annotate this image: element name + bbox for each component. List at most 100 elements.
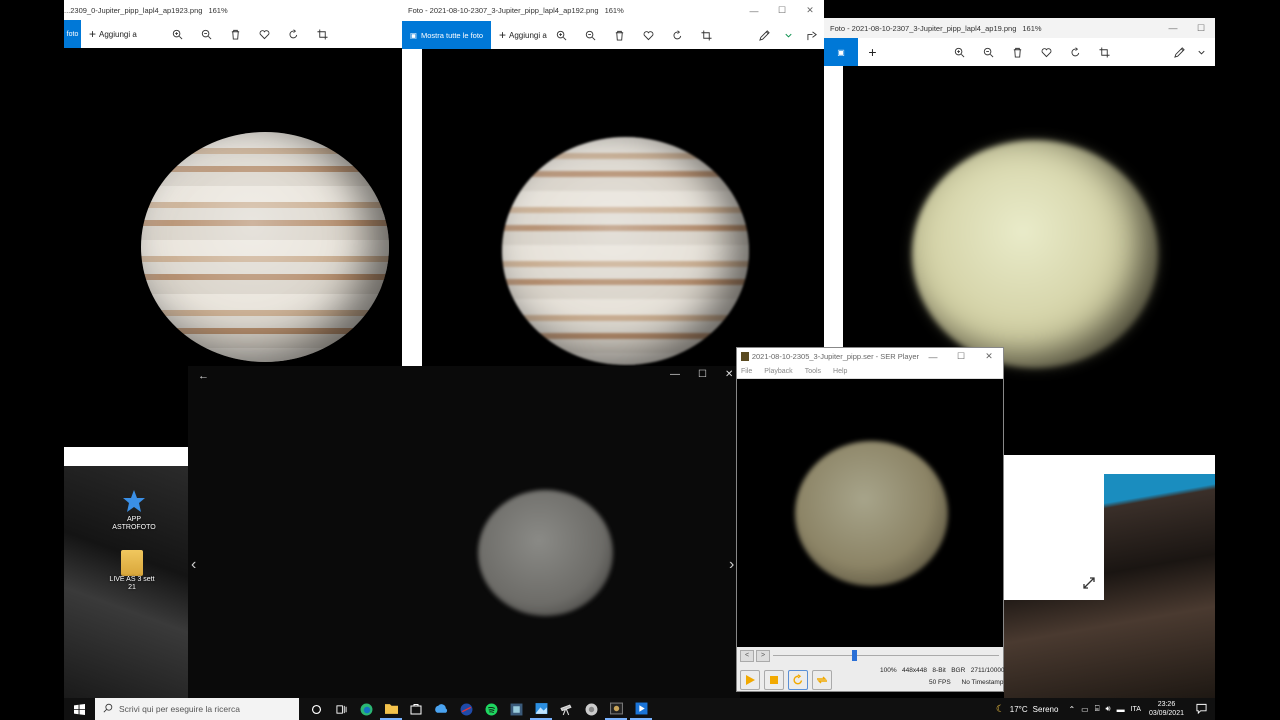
status-fps: 50 FPS — [929, 679, 951, 686]
task-view-icon[interactable] — [330, 698, 352, 720]
zoom-level: 161% — [208, 5, 228, 15]
heart-icon[interactable] — [1036, 42, 1056, 62]
zoom-out-icon[interactable] — [978, 42, 998, 62]
weather-temp[interactable]: 17°C — [1010, 705, 1028, 714]
image-icon: ▣ — [837, 47, 845, 57]
expand-icon[interactable] — [1082, 576, 1096, 590]
photos-app-icon[interactable] — [530, 698, 552, 720]
title-bar[interactable]: Foto - 2021-08-10-2307_3-Jupiter_pipp_la… — [824, 18, 1215, 38]
language-indicator[interactable]: ITA — [1131, 706, 1141, 713]
title-bar[interactable]: 2021-08-10-2305_3-Jupiter_pipp.ser - SER… — [737, 348, 1003, 365]
media-player-icon[interactable] — [630, 698, 652, 720]
previous-arrow-icon[interactable]: ‹ — [191, 556, 196, 574]
chevron-down-icon[interactable] — [1191, 42, 1211, 62]
clock[interactable]: 23:26 03/09/2021 — [1149, 700, 1184, 718]
tray-icon-2[interactable]: ▬ — [1117, 705, 1125, 714]
edit-icon[interactable] — [1169, 42, 1189, 62]
play-button[interactable] — [740, 670, 760, 690]
edge-icon[interactable] — [355, 698, 377, 720]
maximize-button[interactable]: ☐ — [1187, 18, 1215, 38]
desktop-icon-live-folder[interactable]: LIVE AS 3 sett 21 — [102, 550, 162, 592]
mail-icon[interactable] — [430, 698, 452, 720]
crop-icon[interactable] — [696, 25, 716, 45]
heart-icon[interactable] — [638, 25, 658, 45]
zoom-out-icon[interactable] — [196, 24, 216, 44]
menu-playback[interactable]: Playback — [764, 368, 792, 375]
minimize-button[interactable]: — — [670, 369, 680, 380]
add-icon[interactable]: + — [863, 42, 883, 62]
close-button[interactable]: ✕ — [796, 0, 824, 21]
sharpcap-icon[interactable] — [505, 698, 527, 720]
delete-icon[interactable] — [225, 24, 245, 44]
minimize-button[interactable]: — — [740, 0, 768, 21]
crop-icon[interactable] — [312, 24, 332, 44]
close-button[interactable]: ✕ — [725, 369, 733, 380]
ser-player-taskbar-icon[interactable] — [605, 698, 627, 720]
autostakkert-icon[interactable] — [580, 698, 602, 720]
zoom-in-icon[interactable] — [551, 25, 571, 45]
tray-icon-1[interactable]: ▭ — [1081, 705, 1089, 714]
search-box[interactable]: Scrivi qui per eseguire la ricerca — [95, 698, 299, 720]
heart-icon[interactable] — [254, 24, 274, 44]
file-explorer-icon[interactable] — [380, 698, 402, 720]
share-icon[interactable] — [802, 25, 822, 45]
show-all-button[interactable]: ▣ Mostra tutte le foto — [402, 21, 491, 49]
frame-slider-handle[interactable] — [852, 650, 858, 661]
forward-back-button[interactable] — [812, 670, 832, 690]
minimize-button[interactable]: — — [1159, 18, 1187, 38]
network-icon[interactable]: ⌸ — [1095, 704, 1100, 714]
step-back-button[interactable]: < — [740, 650, 754, 662]
windows-start-icon[interactable] — [66, 698, 94, 720]
show-all-button[interactable]: ▣ — [824, 38, 858, 66]
zoom-in-icon[interactable] — [167, 24, 187, 44]
status-color: BGR — [951, 667, 966, 674]
notifications-icon[interactable] — [1196, 703, 1207, 716]
photo-toolbar: ▣ + — [824, 38, 1215, 66]
menu-tools[interactable]: Tools — [805, 368, 821, 375]
title-bar[interactable]: Foto - 2021-08-10-2307_3-Jupiter_pipp_la… — [402, 0, 824, 21]
desktop-icon-app-astrofoto[interactable]: APP ASTROFOTO — [104, 488, 164, 532]
volume-icon[interactable]: 🔊︎ — [1106, 704, 1111, 714]
crop-icon[interactable] — [1094, 42, 1114, 62]
zoom-out-icon[interactable] — [580, 25, 600, 45]
menu-help[interactable]: Help — [833, 368, 847, 375]
rotate-icon[interactable] — [1065, 42, 1085, 62]
zoom-in-icon[interactable] — [949, 42, 969, 62]
minimize-button[interactable]: — — [919, 348, 947, 365]
cortana-icon[interactable] — [305, 698, 327, 720]
rotate-icon[interactable] — [283, 24, 303, 44]
delete-icon[interactable] — [609, 25, 629, 45]
weather-text[interactable]: Sereno — [1033, 705, 1059, 714]
chevron-up-icon[interactable]: ⌃ — [1068, 705, 1075, 714]
telescope-icon[interactable] — [555, 698, 577, 720]
close-button[interactable]: ✕ — [975, 348, 1003, 365]
clock-date: 03/09/2021 — [1148, 710, 1184, 717]
maximize-button[interactable]: ☐ — [698, 369, 707, 380]
next-arrow-icon[interactable]: › — [729, 556, 734, 574]
photo-toolbar: ▣ Mostra tutte le foto + Aggiungi a — [402, 21, 824, 49]
store-icon[interactable] — [405, 698, 427, 720]
title-bar[interactable]: ...2309_0-Jupiter_pipp_lapl4_ap1923.png … — [64, 0, 402, 20]
chevron-down-icon[interactable] — [778, 25, 798, 45]
nasa-icon[interactable] — [455, 698, 477, 720]
repeat-button[interactable] — [788, 670, 808, 690]
delete-icon[interactable] — [1007, 42, 1027, 62]
show-all-button[interactable]: foto — [64, 20, 81, 48]
search-placeholder: Scrivi qui per eseguire la ricerca — [119, 704, 240, 714]
menu-file[interactable]: File — [741, 368, 752, 375]
spotify-icon[interactable] — [480, 698, 502, 720]
jupiter-image — [502, 137, 749, 365]
add-to-button[interactable]: + Aggiungi a — [89, 27, 137, 41]
stop-button[interactable] — [764, 670, 784, 690]
maximize-button[interactable]: ☐ — [947, 348, 975, 365]
edit-icon[interactable] — [754, 25, 774, 45]
add-to-button[interactable]: + Aggiungi a — [499, 28, 547, 42]
plus-icon: + — [89, 27, 97, 41]
maximize-button[interactable]: ☐ — [768, 0, 796, 21]
rotate-icon[interactable] — [667, 25, 687, 45]
step-forward-button[interactable]: > — [756, 650, 770, 662]
frame-slider-track[interactable] — [773, 655, 999, 656]
photo-toolbar: foto + Aggiungi a — [64, 20, 402, 48]
system-tray: ☾ 17°C Sereno ⌃ ▭ ⌸ 🔊︎ ▬ ITA 23:26 03/09… — [996, 698, 1215, 720]
back-arrow-icon[interactable]: ← — [198, 370, 209, 382]
